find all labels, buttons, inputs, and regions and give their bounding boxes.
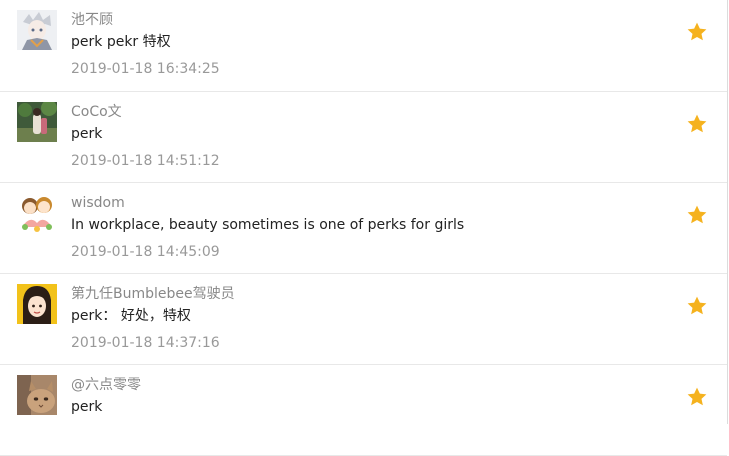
comment-row: 第九任Bumblebee驾驶员 perk： 好处，特权 2019-01-18 1… xyxy=(0,274,727,365)
comment-text: perk xyxy=(71,126,103,142)
comment-row: 池不顾 perk pekr 特权 2019-01-18 16:34:25 xyxy=(0,0,727,92)
comment-timestamp: 2019-01-18 16:34:25 xyxy=(71,61,220,77)
comment-list: 池不顾 perk pekr 特权 2019-01-18 16:34:25 CoC… xyxy=(0,0,727,456)
comment-timestamp: 2019-01-18 14:45:09 xyxy=(71,244,220,260)
comment-row: wisdom In workplace, beauty sometimes is… xyxy=(0,183,727,274)
comment-username[interactable]: 第九任Bumblebee驾驶员 xyxy=(71,284,235,304)
comment-text: perk： 好处，特权 xyxy=(71,308,191,324)
comment-text: perk pekr 特权 xyxy=(71,34,171,50)
star-icon[interactable] xyxy=(686,295,708,317)
comment-username[interactable]: @六点零零 xyxy=(71,375,141,395)
star-icon[interactable] xyxy=(686,204,708,226)
avatar[interactable] xyxy=(17,193,57,233)
comment-text: In workplace, beauty sometimes is one of… xyxy=(71,217,465,233)
comment-row: CoCo文 perk 2019-01-18 14:51:12 xyxy=(0,92,727,183)
avatar[interactable] xyxy=(17,10,57,50)
comment-username[interactable]: wisdom xyxy=(71,193,125,213)
avatar[interactable] xyxy=(17,102,57,142)
comment-text: perk xyxy=(71,399,103,415)
star-icon[interactable] xyxy=(686,113,708,135)
comment-timestamp: 2019-01-18 14:37:16 xyxy=(71,335,220,351)
comment-username[interactable]: CoCo文 xyxy=(71,102,122,122)
comment-username[interactable]: 池不顾 xyxy=(71,10,113,30)
comment-row: @六点零零 perk xyxy=(0,365,727,456)
star-icon[interactable] xyxy=(686,386,708,408)
avatar[interactable] xyxy=(17,375,57,415)
avatar[interactable] xyxy=(17,284,57,324)
comment-panel: 池不顾 perk pekr 特权 2019-01-18 16:34:25 CoC… xyxy=(0,0,728,456)
comment-timestamp: 2019-01-18 14:51:12 xyxy=(71,153,220,169)
star-icon[interactable] xyxy=(686,21,708,43)
